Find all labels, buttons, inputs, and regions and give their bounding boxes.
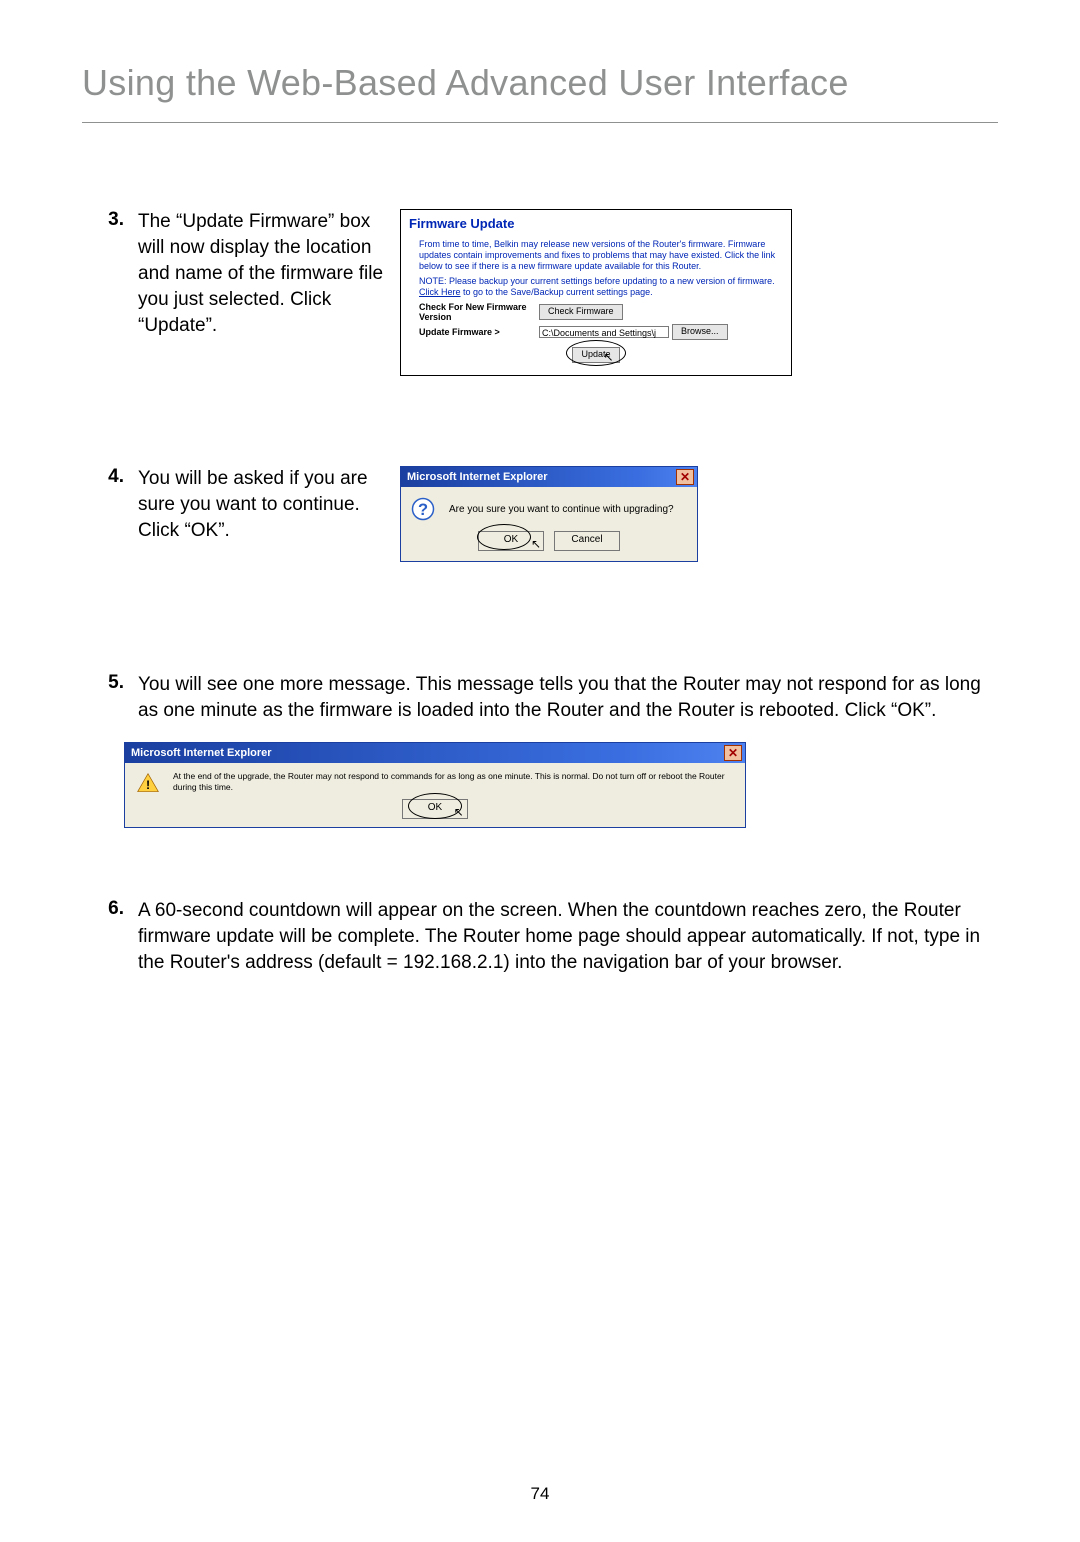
firmware-note-tail: to go to the Save/Backup current setting… — [461, 287, 653, 297]
firmware-update-title: Firmware Update — [409, 216, 783, 231]
close-icon[interactable]: ✕ — [676, 469, 694, 485]
confirm-dialog-2: Microsoft Internet Explorer ✕ ! At the e… — [124, 742, 746, 828]
confirm-dialog-1: Microsoft Internet Explorer ✕ ? Are you … — [400, 466, 698, 562]
browse-button[interactable]: Browse... — [672, 324, 728, 340]
step-4-text: You will be asked if you are sure you wa… — [138, 466, 386, 562]
firmware-update-panel: Firmware Update From time to time, Belki… — [400, 209, 792, 376]
step-3-text: The “Update Firmware” box will now displ… — [138, 209, 386, 376]
firmware-path-input[interactable]: C:\Documents and Settings\j — [539, 326, 669, 338]
firmware-note-lead: NOTE: Please backup your current setting… — [419, 276, 775, 286]
step-5-row: 5. You will see one more message. This m… — [82, 672, 998, 828]
dialog2-message: At the end of the upgrade, the Router ma… — [173, 771, 737, 793]
step-3-num: 3. — [108, 209, 124, 230]
check-firmware-label: Check For New Firmware Version — [419, 302, 539, 322]
dialog2-titlebar: Microsoft Internet Explorer ✕ — [125, 743, 745, 763]
cursor-icon: ↖ — [454, 807, 464, 817]
dialog1-titlebar: Microsoft Internet Explorer ✕ — [401, 467, 697, 487]
step-6-num: 6. — [108, 898, 124, 919]
cursor-icon: ↖ — [531, 539, 541, 549]
manual-page: Using the Web-Based Advanced User Interf… — [0, 0, 1080, 1542]
firmware-clickhere-link[interactable]: Click Here — [419, 287, 461, 297]
step-5-text: You will see one more message. This mess… — [138, 672, 998, 724]
step-6-row: 6. A 60-second countdown will appear on … — [82, 898, 998, 976]
step-3-row: 3. The “Update Firmware” box will now di… — [82, 209, 998, 376]
svg-text:!: ! — [146, 778, 150, 792]
warning-icon: ! — [137, 773, 159, 793]
step-4-num: 4. — [108, 466, 124, 487]
firmware-intro-text: From time to time, Belkin may release ne… — [419, 239, 783, 272]
page-number: 74 — [0, 1484, 1080, 1504]
firmware-note-text: NOTE: Please backup your current setting… — [419, 276, 783, 298]
step-5-num: 5. — [108, 672, 124, 693]
step-6-text: A 60-second countdown will appear on the… — [138, 898, 998, 976]
update-firmware-label: Update Firmware > — [419, 327, 539, 337]
question-icon: ? — [411, 497, 435, 521]
dialog1-title: Microsoft Internet Explorer — [407, 471, 548, 483]
dialog2-title: Microsoft Internet Explorer — [131, 747, 272, 759]
check-firmware-button[interactable]: Check Firmware — [539, 304, 623, 320]
cursor-icon: ↖ — [603, 352, 613, 362]
dialog1-message: Are you sure you want to continue with u… — [449, 504, 674, 515]
close-icon[interactable]: ✕ — [724, 745, 742, 761]
page-title: Using the Web-Based Advanced User Interf… — [82, 62, 998, 123]
svg-text:?: ? — [418, 501, 428, 519]
cancel-button[interactable]: Cancel — [554, 531, 620, 551]
step-4-row: 4. You will be asked if you are sure you… — [82, 466, 998, 562]
